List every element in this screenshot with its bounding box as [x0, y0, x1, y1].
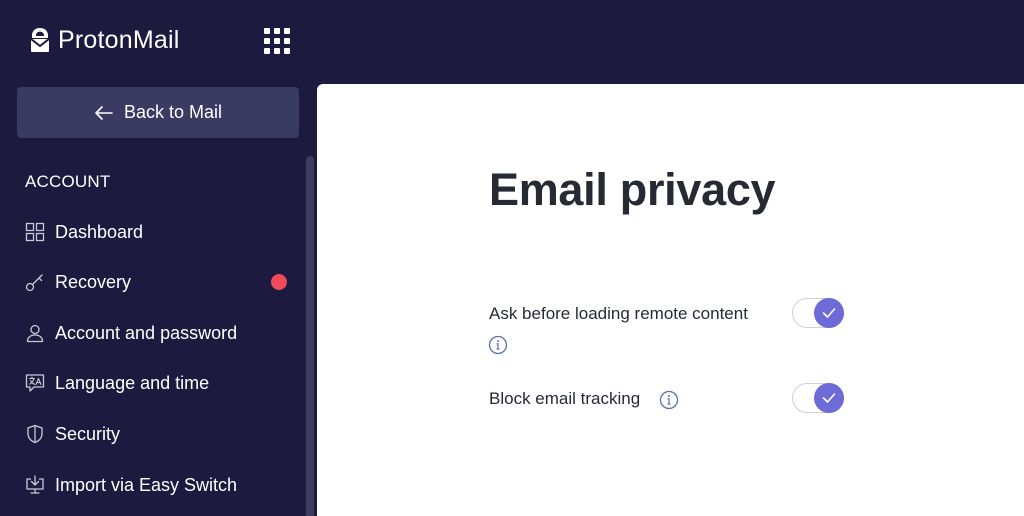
back-to-mail-label: Back to Mail: [123, 102, 223, 122]
info-icon[interactable]: [659, 390, 679, 410]
check-icon: [822, 393, 836, 403]
key-icon: [25, 272, 45, 292]
shield-icon: [25, 424, 45, 444]
section-title-account: ACCOUNT: [25, 172, 111, 191]
proton-logo-icon: [30, 28, 50, 52]
sidebar-item-recovery[interactable]: Recovery: [25, 264, 295, 300]
logo-text: ProtonMail: [58, 25, 180, 54]
sidebar-item-label: Security: [55, 423, 121, 444]
top-header: ProtonMail: [0, 0, 1024, 84]
toggle-knob: [814, 298, 844, 328]
sidebar-item-import-via-easy-switch[interactable]: Import via Easy Switch: [25, 467, 295, 503]
sidebar-item-label: Dashboard: [55, 221, 144, 242]
sidebar-item-security[interactable]: Security: [25, 416, 295, 452]
main-panel: Email privacy Ask before loading remote …: [317, 84, 1024, 516]
sidebar-item-label: Language and time: [55, 372, 210, 393]
sidebar-item-label: Account and password: [55, 322, 238, 343]
protonmail-logo[interactable]: ProtonMail: [30, 24, 180, 56]
sidebar-item-account-and-password[interactable]: Account and password: [25, 315, 295, 351]
email-tracking-label: Block email tracking: [489, 389, 641, 408]
import-icon: [25, 475, 45, 495]
remote-content-label: Ask before loading remote content: [489, 304, 748, 323]
language-icon: [25, 373, 45, 393]
sidebar-item-dashboard[interactable]: Dashboard: [25, 214, 295, 250]
sidebar-item-language-and-time[interactable]: Language and time: [25, 365, 295, 401]
page-title: Email privacy: [489, 164, 776, 215]
user-icon: [25, 323, 45, 343]
recovery-alert-dot: [271, 274, 287, 290]
toggle-knob: [814, 383, 844, 413]
info-icon[interactable]: [488, 335, 508, 355]
sidebar-item-label: Recovery: [55, 271, 132, 292]
back-to-mail-button[interactable]: Back to Mail: [17, 87, 299, 138]
email-tracking-toggle[interactable]: [792, 383, 844, 413]
remote-content-toggle[interactable]: [792, 298, 844, 328]
check-icon: [822, 308, 836, 318]
grid-apps-icon[interactable]: [264, 28, 290, 54]
dashboard-icon: [25, 222, 45, 242]
sidebar-scrollbar[interactable]: [306, 156, 314, 516]
arrow-left-icon: [95, 105, 113, 120]
sidebar-item-label: Import via Easy Switch: [55, 474, 238, 495]
